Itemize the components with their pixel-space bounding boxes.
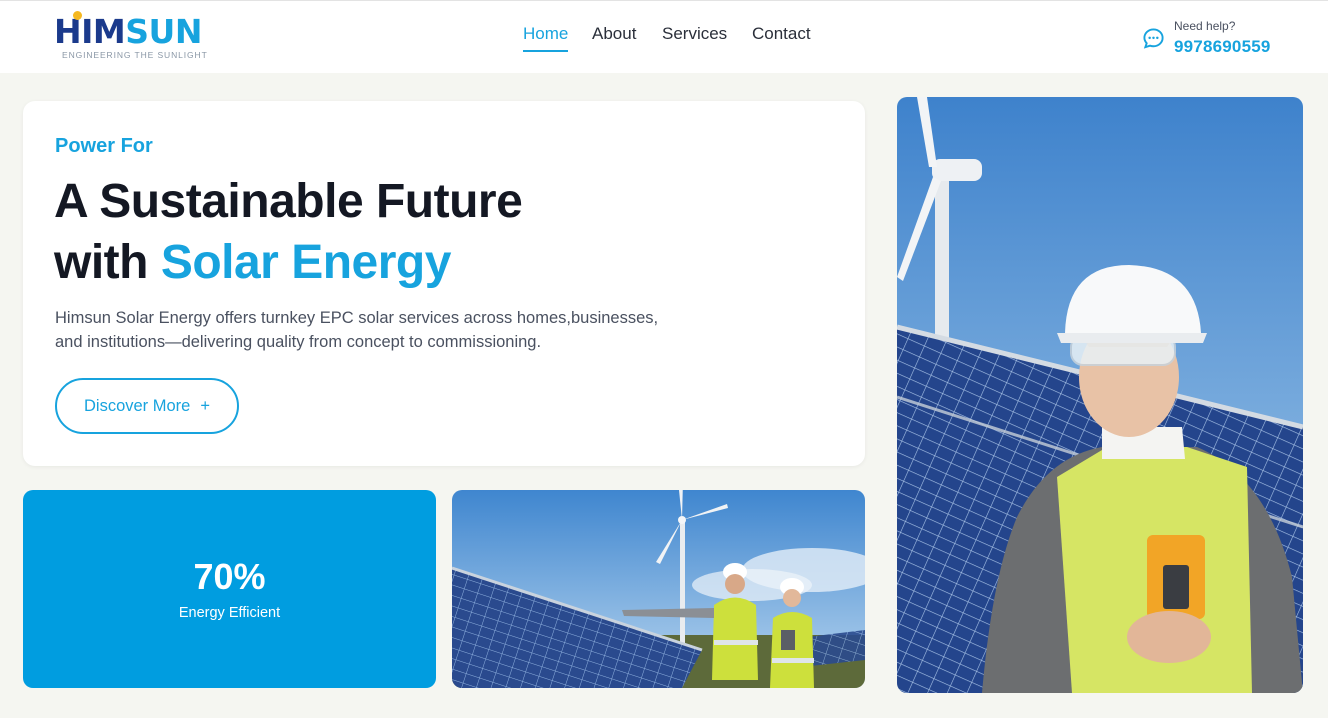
hero-headline: A Sustainable Future with Solar Energy xyxy=(54,171,523,293)
discover-more-button[interactable]: Discover More + xyxy=(55,378,239,434)
sun-icon xyxy=(73,11,82,20)
plus-icon: + xyxy=(200,396,210,415)
help-label: Need help? xyxy=(1174,19,1236,33)
help-contact[interactable]: Need help? 9978690559 xyxy=(1142,18,1292,58)
hero-card: Power For A Sustainable Future with Sola… xyxy=(23,101,865,466)
stat-value: 70% xyxy=(193,556,266,597)
solar-engineers-photo xyxy=(452,490,865,688)
headline-line-2-prefix: with xyxy=(54,236,161,289)
hero-description-line-1: Himsun Solar Energy offers turnkey EPC s… xyxy=(55,309,659,327)
headline-line-2-accent: Solar Energy xyxy=(160,236,452,289)
engineer-portrait-illustration xyxy=(897,97,1303,693)
nav-item-home[interactable]: Home xyxy=(523,24,569,52)
headline-line-1: A Sustainable Future xyxy=(54,175,523,228)
solar-field-illustration xyxy=(452,490,865,688)
stat-card: 70% Energy Efficient xyxy=(23,490,436,688)
help-phone-number[interactable]: 9978690559 xyxy=(1174,37,1271,57)
discover-more-label: Discover More xyxy=(84,396,191,415)
nav-item-contact[interactable]: Contact xyxy=(752,24,811,52)
stat-label: Energy Efficient xyxy=(178,605,281,621)
hero-kicker: Power For xyxy=(55,135,153,157)
nav-item-services[interactable]: Services xyxy=(662,24,727,52)
hero-description: Himsun Solar Energy offers turnkey EPC s… xyxy=(55,306,675,354)
nav-item-about[interactable]: About xyxy=(592,24,636,52)
main-nav: Home About Services Contact xyxy=(0,24,1328,54)
solar-engineer-portrait-photo xyxy=(897,97,1303,693)
chat-bubble-icon xyxy=(1143,28,1164,49)
top-header: HIMSUN ENGINEERING THE SUNLIGHT Home Abo… xyxy=(0,0,1328,73)
hero-description-line-2: and institutions—delivering quality from… xyxy=(55,333,542,351)
